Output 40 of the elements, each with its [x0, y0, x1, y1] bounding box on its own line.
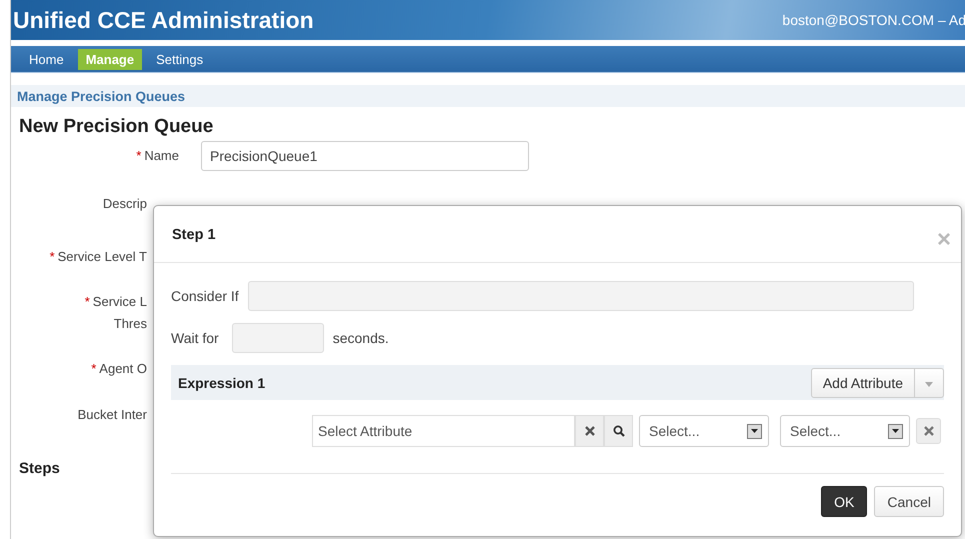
- operator-select[interactable]: Select...: [639, 415, 769, 447]
- required-marker: *: [84, 294, 90, 309]
- app-title: Unified CCE Administration: [13, 6, 314, 34]
- required-marker: *: [91, 361, 96, 376]
- required-marker: *: [136, 148, 142, 163]
- value-select[interactable]: Select...: [780, 415, 910, 447]
- nav-tab[interactable]: Home: [21, 48, 72, 70]
- clear-button[interactable]: [575, 415, 604, 447]
- cancel-button[interactable]: Cancel: [874, 486, 944, 517]
- close-icon: [584, 426, 594, 436]
- seconds-field[interactable]: [232, 323, 324, 353]
- search-button[interactable]: [604, 415, 633, 447]
- page-title: New Precision Queue: [19, 116, 214, 138]
- field-label: Thres: [114, 316, 147, 331]
- add-attribute-button[interactable]: Add Attribute: [810, 368, 915, 398]
- caret-icon: [925, 382, 933, 387]
- search-icon: [612, 425, 624, 437]
- condition-field[interactable]: [248, 281, 914, 311]
- attribute-field[interactable]: Select Attribute: [312, 415, 575, 447]
- field-label: Agent O: [99, 361, 147, 376]
- field-label: Service Level T: [58, 249, 147, 264]
- ok-button[interactable]: OK: [821, 486, 868, 517]
- dropdown-button[interactable]: [915, 368, 944, 398]
- remove-button[interactable]: [916, 418, 941, 444]
- field-label: Service L: [92, 294, 147, 309]
- steps-heading: Steps: [19, 460, 61, 477]
- field-label: Bucket Inter: [78, 407, 147, 422]
- expression-title: Expression 1: [178, 374, 266, 390]
- field-label: Wait for: [171, 330, 219, 346]
- name-field[interactable]: PrecisionQueue1: [201, 141, 529, 171]
- unit-label: seconds.: [332, 330, 389, 346]
- user-label: boston@BOSTON.COM – Ad: [782, 12, 965, 28]
- field-label: Descrip: [102, 196, 147, 211]
- field-label: Name: [144, 148, 179, 163]
- close-icon: [924, 426, 934, 436]
- required-marker: *: [50, 249, 55, 264]
- field-label: Consider If: [171, 288, 239, 304]
- nav-tab[interactable]: Settings: [148, 48, 212, 70]
- breadcrumb: Manage Precision Queues: [17, 88, 186, 104]
- dialog-title: Step 1: [172, 227, 216, 243]
